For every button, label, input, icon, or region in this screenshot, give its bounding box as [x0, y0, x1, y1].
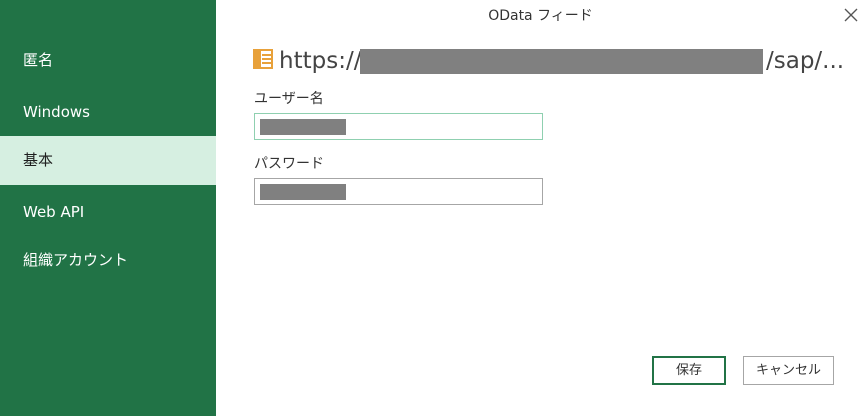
url-redaction-block — [360, 49, 763, 74]
cancel-button[interactable]: キャンセル — [743, 356, 834, 385]
sidebar-item-label: 基本 — [23, 151, 54, 169]
password-input[interactable] — [254, 178, 543, 205]
sidebar-item-organizational-account[interactable]: 組織アカウント — [0, 236, 216, 285]
dialog-title: OData フィード — [488, 8, 593, 24]
auth-method-sidebar: 匿名 Windows 基本 Web API 組織アカウント — [0, 0, 216, 416]
password-label: パスワード — [254, 156, 324, 172]
close-button[interactable] — [840, 4, 862, 26]
sidebar-item-label: 匿名 — [23, 51, 54, 69]
sidebar-item-anonymous[interactable]: 匿名 — [0, 36, 216, 85]
odata-feed-icon — [253, 49, 273, 69]
sidebar-item-web-api[interactable]: Web API — [0, 188, 216, 237]
close-icon — [844, 8, 858, 22]
save-button[interactable]: 保存 — [652, 356, 726, 385]
source-url-prefix: https:// — [279, 48, 362, 74]
username-label: ユーザー名 — [254, 91, 324, 107]
source-url-suffix: /sap/... — [766, 48, 842, 74]
sidebar-item-label: Web API — [23, 203, 85, 221]
source-url: https:// /sap/... — [279, 44, 842, 78]
source-url-header: https:// /sap/... — [252, 44, 842, 78]
sidebar-item-label: Windows — [23, 103, 90, 121]
sidebar-item-windows[interactable]: Windows — [0, 88, 216, 137]
sidebar-item-label: 組織アカウント — [23, 251, 129, 269]
username-input[interactable] — [254, 113, 543, 140]
username-redaction-block — [260, 119, 346, 135]
dialog-main-panel: OData フィード https:// /sap/... ユーザー名 パスワード… — [216, 0, 865, 416]
sidebar-item-basic[interactable]: 基本 — [0, 136, 216, 185]
password-redaction-block — [260, 184, 346, 200]
